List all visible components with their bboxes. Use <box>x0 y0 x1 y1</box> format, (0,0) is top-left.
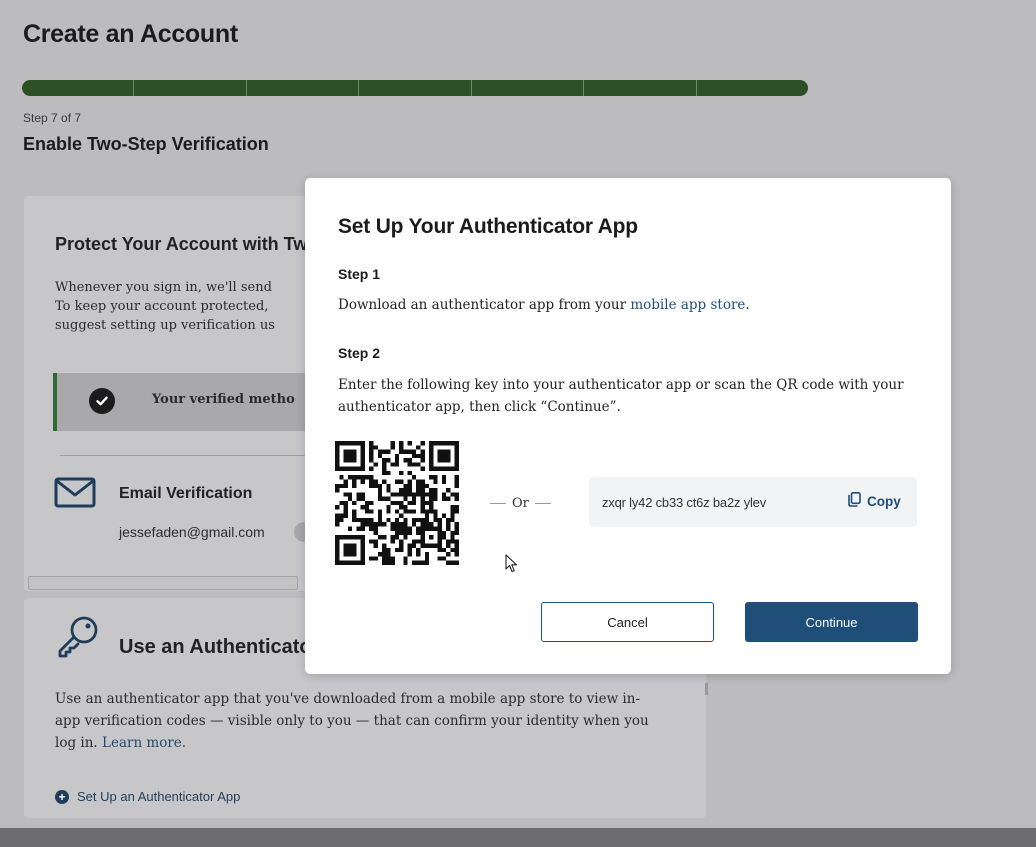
step1-text-before: Download an authenticator app from your <box>338 297 631 313</box>
progress-segment <box>584 80 697 96</box>
setup-authenticator-label: Set Up an Authenticator App <box>77 789 241 804</box>
step2-text: Enter the following key into your authen… <box>338 377 904 415</box>
divider <box>60 455 305 456</box>
step-title: Enable Two-Step Verification <box>23 134 269 154</box>
envelope-icon <box>53 474 97 515</box>
authenticator-description: Use an authenticator app that you've dow… <box>55 688 655 754</box>
email-verification-title: Email Verification <box>119 485 253 502</box>
mobile-app-store-link[interactable]: mobile app store <box>630 297 745 313</box>
separator-line <box>534 503 551 504</box>
protect-card-text: Whenever you sign in, we'll send To keep… <box>55 278 305 335</box>
email-address: jessefaden@gmail.com <box>119 524 265 540</box>
protect-text-line: To keep your account protected, <box>55 299 269 314</box>
copy-icon <box>848 492 861 510</box>
step1-text: Download an authenticator app from your … <box>338 297 750 313</box>
scroll-marker <box>705 683 708 695</box>
progress-segment <box>247 80 360 96</box>
copy-label: Copy <box>867 493 901 509</box>
step1-label: Step 1 <box>338 266 381 282</box>
protect-text-line: suggest setting up verification us <box>55 318 275 333</box>
key-icon <box>53 613 101 664</box>
progress-segment <box>134 80 247 96</box>
setup-authenticator-link[interactable]: + Set Up an Authenticator App <box>55 789 240 804</box>
secret-key-box: zxqr ly42 cb33 ct6z ba2z ylev Copy <box>589 477 917 527</box>
protect-card-title: Protect Your Account with Tw <box>55 234 308 254</box>
secret-key-text[interactable]: zxqr ly42 cb33 ct6z ba2z ylev <box>602 495 766 510</box>
progress-segment <box>22 80 135 96</box>
page-title: Create an Account <box>23 20 238 48</box>
progress-segment <box>472 80 585 96</box>
protect-text-line: Whenever you sign in, we'll send <box>55 280 272 295</box>
qr-code <box>335 441 459 565</box>
progress-bar <box>22 80 808 96</box>
modal-title: Set Up Your Authenticator App <box>338 215 638 238</box>
learn-more-link[interactable]: Learn more. <box>102 735 186 751</box>
step1-text-after: . <box>745 297 750 313</box>
copy-button[interactable]: Copy <box>848 492 901 510</box>
cancel-button[interactable]: Cancel <box>541 602 714 642</box>
or-separator: Or <box>490 496 551 511</box>
bottom-bar <box>0 828 1036 847</box>
step-counter: Step 7 of 7 <box>23 111 82 125</box>
progress-segment <box>697 80 808 96</box>
verified-methods-text: Your verified metho <box>152 392 295 407</box>
horizontal-scrollbar[interactable] <box>28 576 298 590</box>
mouse-cursor-icon <box>505 554 519 579</box>
authenticator-card-title: Use an Authenticator <box>119 636 320 658</box>
progress-segment <box>359 80 472 96</box>
plus-circle-icon: + <box>55 789 69 804</box>
continue-button[interactable]: Continue <box>745 602 918 642</box>
step2-label: Step 2 <box>338 345 381 361</box>
authenticator-setup-modal: Set Up Your Authenticator App Step 1 Dow… <box>305 178 951 674</box>
separator-line <box>490 503 506 504</box>
checkmark-icon <box>89 388 115 414</box>
or-label: Or <box>512 496 529 511</box>
verified-methods-banner: Your verified metho <box>53 373 305 431</box>
